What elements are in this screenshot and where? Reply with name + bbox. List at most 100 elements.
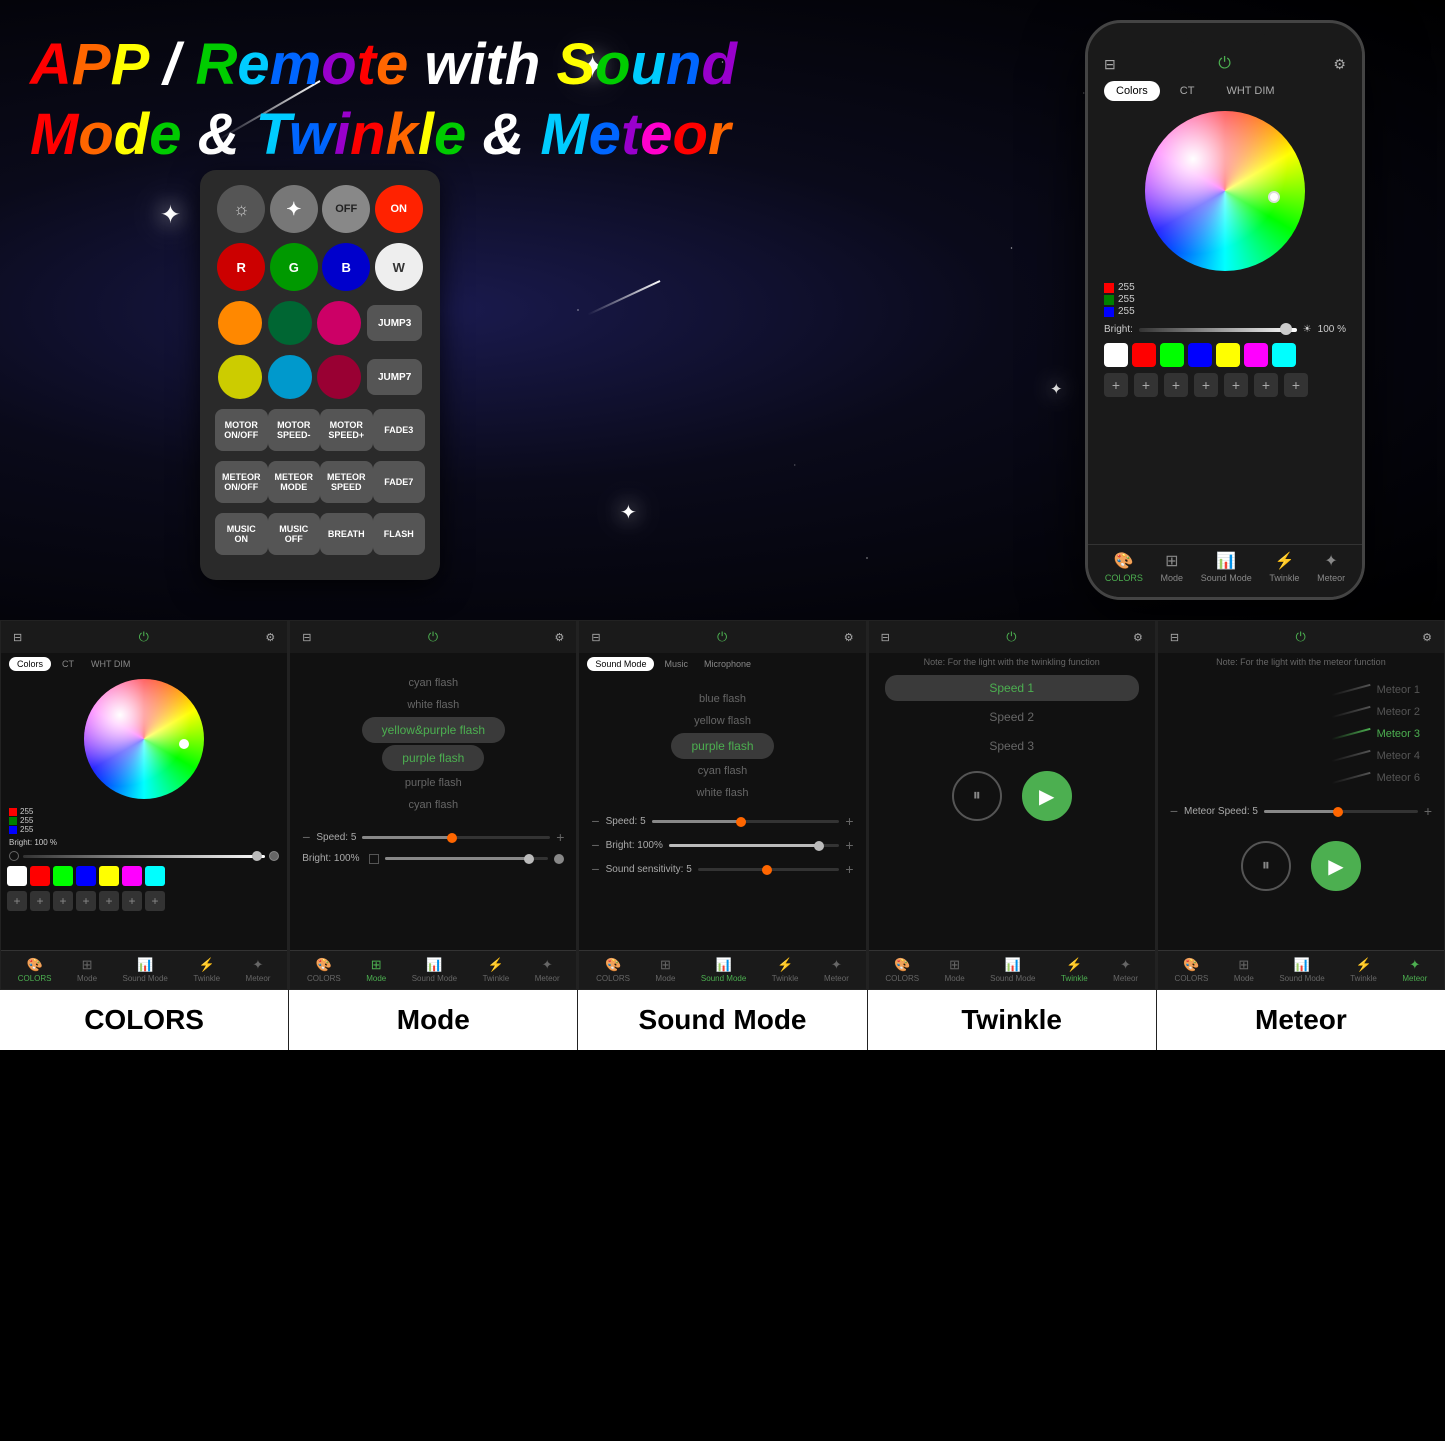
speed-slider-s3[interactable] — [652, 820, 840, 823]
bright-minus-s3[interactable]: − — [591, 837, 599, 853]
nav-sound-s3[interactable]: 📊 Sound Mode — [701, 957, 746, 983]
slider-s1[interactable] — [23, 855, 265, 858]
remote-fade7-button[interactable]: FADE7 — [373, 461, 426, 503]
sound-item-highlighted[interactable]: purple flash — [671, 733, 773, 759]
mode-item-2[interactable]: white flash — [403, 695, 463, 715]
tab-wht-dim[interactable]: WHT DIM — [1214, 81, 1286, 101]
sens-slider-s3[interactable] — [698, 868, 840, 871]
sound-item-4[interactable]: white flash — [693, 783, 753, 803]
meteor-play-button[interactable]: ▶ — [1311, 841, 1361, 891]
remote-music-off-button[interactable]: MUSICOFF — [268, 513, 321, 555]
meteor-speed-plus[interactable]: + — [1424, 803, 1432, 819]
remote-meteor-speed-button[interactable]: METEORSPEED — [320, 461, 373, 503]
swatch-yellow[interactable] — [1216, 343, 1240, 367]
mode-item-4[interactable]: cyan flash — [405, 795, 463, 815]
sliders-icon-s1[interactable]: ⊟ — [13, 631, 22, 644]
nav-mode-s3[interactable]: ⊞ Mode — [655, 957, 675, 983]
swatch-red-s1[interactable] — [30, 866, 50, 886]
bright-slider-s2[interactable] — [385, 857, 548, 860]
remote-orange-button[interactable] — [218, 301, 262, 345]
swatch-cyan-s1[interactable] — [145, 866, 165, 886]
colors-tab-ct[interactable]: CT — [56, 657, 80, 671]
remote-sky-button[interactable] — [268, 355, 312, 399]
power-icon-s5[interactable]: ⏻ — [1295, 629, 1305, 645]
meteor-item-1[interactable]: Meteor 1 — [1323, 681, 1428, 699]
sound-item-2[interactable]: yellow flash — [690, 711, 755, 731]
mode-item-purple-flash[interactable]: purple flash — [382, 745, 484, 771]
add-btn-s1-6[interactable]: + — [122, 891, 142, 911]
tab-colors[interactable]: Colors — [1104, 81, 1160, 101]
nav-sound-mode[interactable]: 📊 Sound Mode — [1201, 551, 1252, 583]
nav-colors-s5[interactable]: 🎨 COLORS — [1175, 957, 1209, 983]
nav-colors-s4[interactable]: 🎨 COLORS — [885, 957, 919, 983]
speed-item-2[interactable]: Speed 2 — [885, 704, 1139, 730]
nav-mode-s5[interactable]: ⊞ Mode — [1234, 957, 1254, 983]
meteor-speed-slider[interactable] — [1264, 810, 1418, 813]
tab-ct[interactable]: CT — [1168, 81, 1207, 101]
power-icon-s3[interactable]: ⏻ — [717, 629, 727, 645]
add-btn-6[interactable]: + — [1254, 373, 1278, 397]
nav-sound-s1[interactable]: 📊 Sound Mode — [123, 957, 168, 983]
nav-mode-s4[interactable]: ⊞ Mode — [945, 957, 965, 983]
add-btn-3[interactable]: + — [1164, 373, 1188, 397]
remote-fade3-button[interactable]: FADE3 — [373, 409, 426, 451]
nav-meteor-s4[interactable]: ✦ Meteor — [1113, 957, 1138, 983]
meteor-pause-button[interactable]: ⏸ — [1241, 841, 1291, 891]
swatch-blue[interactable] — [1188, 343, 1212, 367]
swatch-green[interactable] — [1160, 343, 1184, 367]
swatch-red[interactable] — [1132, 343, 1156, 367]
nav-twinkle-s1[interactable]: ⚡ Twinkle — [193, 957, 220, 983]
remote-bright-button[interactable]: ✦ — [270, 185, 318, 233]
remote-dim-button[interactable]: ☼ — [217, 185, 265, 233]
remote-motor-minus-button[interactable]: MOTORSPEED- — [268, 409, 321, 451]
add-btn-s1-2[interactable]: + — [30, 891, 50, 911]
add-btn-4[interactable]: + — [1194, 373, 1218, 397]
settings-icon-s2[interactable]: ⚙ — [555, 631, 565, 644]
speed-minus-s2[interactable]: − — [302, 829, 310, 845]
power-icon-s2[interactable]: ⏻ — [428, 629, 438, 645]
remote-meteor-onoff-button[interactable]: METEORON/OFF — [215, 461, 268, 503]
settings-icon-s4[interactable]: ⚙ — [1133, 631, 1143, 644]
twinkle-play-button[interactable]: ▶ — [1022, 771, 1072, 821]
power-icon[interactable]: ⏻ — [1218, 55, 1231, 73]
nav-meteor-s3[interactable]: ✦ Meteor — [824, 957, 849, 983]
bright-plus-s3[interactable]: + — [845, 837, 853, 853]
remote-b-button[interactable]: B — [322, 243, 370, 291]
nav-twinkle-s2[interactable]: ⚡ Twinkle — [483, 957, 510, 983]
add-btn-s1-4[interactable]: + — [76, 891, 96, 911]
color-wheel-large[interactable] — [1145, 111, 1305, 271]
nav-meteor-s5[interactable]: ✦ Meteor — [1402, 957, 1427, 983]
meteor-item-4[interactable]: Meteor 4 — [1323, 747, 1428, 765]
add-btn-1[interactable]: + — [1104, 373, 1128, 397]
nav-mode-s2[interactable]: ⊞ Mode — [366, 957, 386, 983]
speed-slider-s2[interactable] — [362, 836, 550, 839]
nav-colors-s3[interactable]: 🎨 COLORS — [596, 957, 630, 983]
sens-minus-s3[interactable]: − — [591, 861, 599, 877]
nav-sound-s5[interactable]: 📊 Sound Mode — [1279, 957, 1324, 983]
swatch-blue-s1[interactable] — [76, 866, 96, 886]
sound-item-3[interactable]: cyan flash — [694, 761, 752, 781]
nav-twinkle[interactable]: ⚡ Twinkle — [1269, 551, 1299, 583]
sliders-icon-s4[interactable]: ⊟ — [881, 631, 890, 644]
sliders-icon[interactable]: ⊟ — [1104, 56, 1116, 73]
swatch-lime-s1[interactable] — [53, 866, 73, 886]
bright-slider-s3[interactable] — [669, 844, 840, 847]
color-wheel-s1[interactable] — [84, 679, 204, 799]
nav-mode[interactable]: ⊞ Mode — [1161, 551, 1184, 583]
add-btn-s1-1[interactable]: + — [7, 891, 27, 911]
remote-pink-button[interactable] — [317, 301, 361, 345]
remote-on-button[interactable]: ON — [375, 185, 423, 233]
nav-twinkle-s5[interactable]: ⚡ Twinkle — [1350, 957, 1377, 983]
sliders-icon-s2[interactable]: ⊟ — [302, 631, 311, 644]
remote-jump7-button[interactable]: JUMP7 — [367, 359, 422, 395]
meteor-item-5[interactable]: Meteor 6 — [1323, 769, 1428, 787]
add-btn-s1-7[interactable]: + — [145, 891, 165, 911]
swatch-magenta-s1[interactable] — [122, 866, 142, 886]
remote-breath-button[interactable]: BREATH — [320, 513, 373, 555]
settings-icon-s3[interactable]: ⚙ — [844, 631, 854, 644]
sliders-icon-s3[interactable]: ⊟ — [591, 631, 600, 644]
twinkle-pause-button[interactable]: ⏸ — [952, 771, 1002, 821]
add-btn-7[interactable]: + — [1284, 373, 1308, 397]
add-btn-2[interactable]: + — [1134, 373, 1158, 397]
nav-mode-s1[interactable]: ⊞ Mode — [77, 957, 97, 983]
